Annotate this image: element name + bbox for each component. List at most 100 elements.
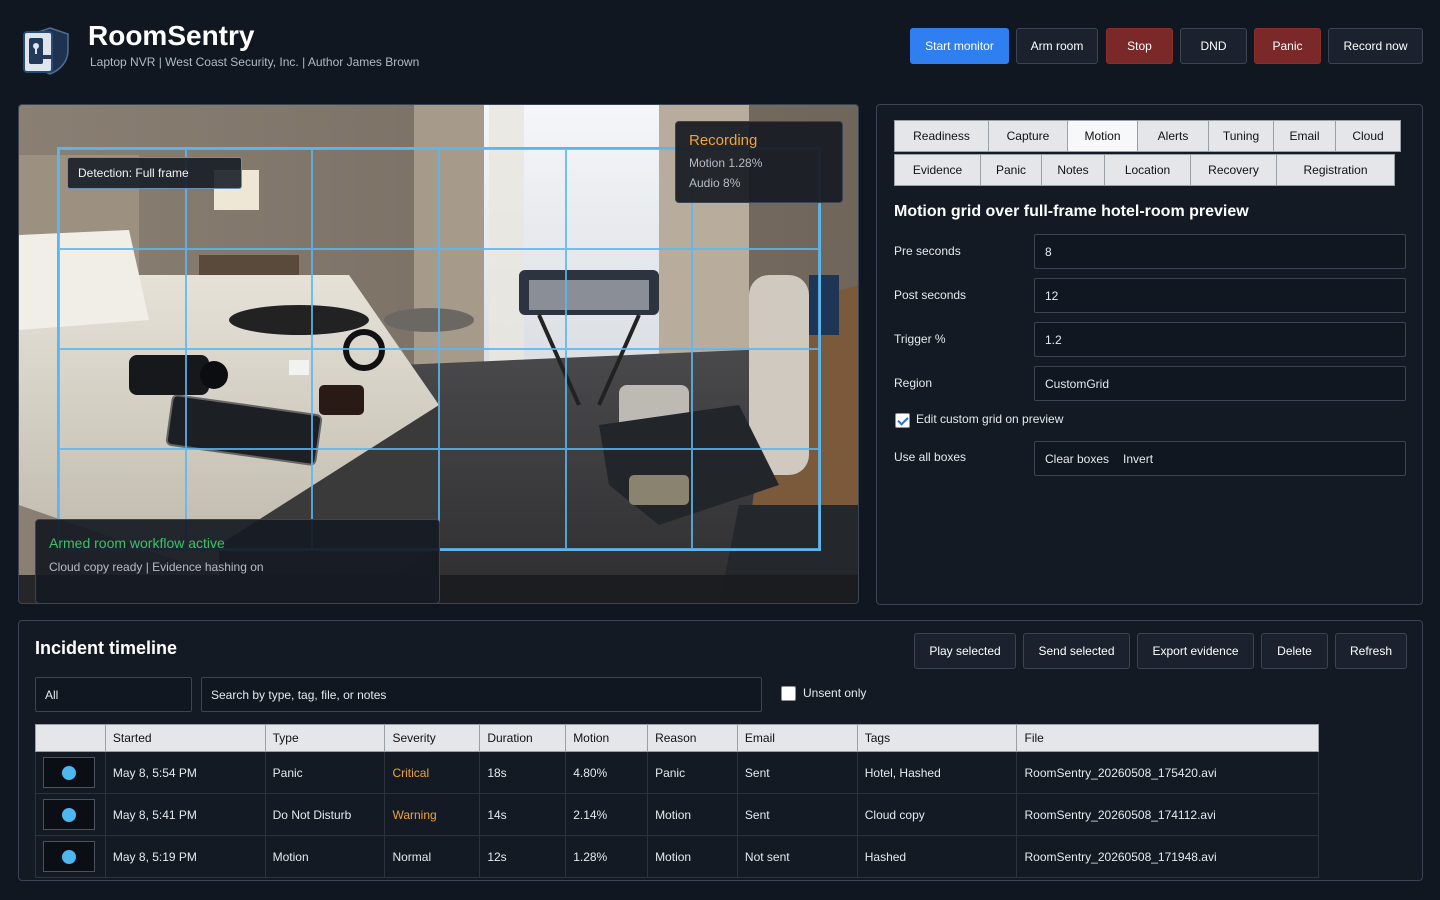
motion-grid-cell[interactable] <box>565 249 693 349</box>
tab-email[interactable]: Email <box>1273 120 1336 152</box>
cell-type: Motion <box>266 836 386 877</box>
tab-alerts[interactable]: Alerts <box>1137 120 1209 152</box>
cell-reason: Panic <box>648 752 738 793</box>
app-subtitle: Laptop NVR | West Coast Security, Inc. |… <box>90 55 420 69</box>
motion-grid-cell[interactable] <box>185 349 313 449</box>
arm-room-button[interactable]: Arm room <box>1016 28 1098 64</box>
send-selected-button[interactable]: Send selected <box>1023 633 1130 669</box>
tab-tuning[interactable]: Tuning <box>1208 120 1274 152</box>
tab-registration[interactable]: Registration <box>1276 154 1395 186</box>
cell-tags: Cloud copy <box>858 794 1018 835</box>
table-row[interactable]: May 8, 5:19 PM Motion Normal 12s 1.28% M… <box>35 836 1319 878</box>
video-thumbnail[interactable] <box>43 841 95 872</box>
column-header-type[interactable]: Type <box>266 725 386 751</box>
tab-capture[interactable]: Capture <box>988 120 1068 152</box>
column-header-tags[interactable]: Tags <box>858 725 1018 751</box>
cell-duration: 14s <box>480 794 567 835</box>
status-dot-icon <box>62 765 76 780</box>
export-evidence-button[interactable]: Export evidence <box>1137 633 1254 669</box>
app-title: RoomSentry <box>88 20 255 51</box>
column-header-started[interactable]: Started <box>106 725 266 751</box>
cell-severity: Critical <box>385 752 481 793</box>
delete-button[interactable]: Delete <box>1261 633 1328 669</box>
edit-grid-checkbox[interactable] <box>895 413 910 428</box>
incident-table: Started Type Severity Duration Motion Re… <box>35 724 1319 878</box>
clear-boxes-button[interactable]: Clear boxes <box>1045 452 1109 466</box>
search-input[interactable]: Search by type, tag, file, or notes <box>201 677 762 712</box>
armed-status-title: Armed room workflow active <box>49 535 225 551</box>
motion-level: Motion 1.28% <box>689 156 763 170</box>
motion-grid-cell[interactable] <box>312 249 439 349</box>
cell-file: RoomSentry_20260508_175420.avi <box>1024 765 1217 780</box>
cell-tags: Hotel, Hashed <box>858 752 1018 793</box>
motion-grid-cell[interactable] <box>312 149 439 249</box>
motion-grid-cell[interactable] <box>692 349 819 449</box>
tab-motion[interactable]: Motion <box>1067 120 1138 152</box>
cell-started: May 8, 5:41 PM <box>106 794 266 835</box>
cell-severity: Warning <box>385 794 481 835</box>
motion-grid-cell[interactable] <box>312 349 439 449</box>
column-header-file[interactable]: File <box>1017 725 1318 751</box>
motion-grid-cell[interactable] <box>438 249 566 349</box>
motion-grid-cell[interactable] <box>59 349 186 449</box>
motion-grid-cell[interactable] <box>438 449 566 549</box>
incident-timeline: Incident timeline Play selected Send sel… <box>18 620 1423 881</box>
motion-grid-cell[interactable] <box>692 249 819 349</box>
tab-evidence[interactable]: Evidence <box>894 154 981 186</box>
unsent-only-label: Unsent only <box>803 686 867 700</box>
cell-reason: Motion <box>648 836 738 877</box>
motion-grid-cell[interactable] <box>438 149 566 249</box>
cell-duration: 18s <box>480 752 567 793</box>
column-header-severity[interactable]: Severity <box>385 725 481 751</box>
video-thumbnail[interactable] <box>43 799 95 830</box>
tab-recovery[interactable]: Recovery <box>1190 154 1277 186</box>
motion-grid-cell[interactable] <box>565 449 693 549</box>
trigger-input[interactable] <box>1034 322 1406 357</box>
post-seconds-input[interactable] <box>1034 278 1406 313</box>
tab-location[interactable]: Location <box>1104 154 1191 186</box>
play-selected-button[interactable]: Play selected <box>914 633 1016 669</box>
video-thumbnail[interactable] <box>43 757 95 788</box>
column-header-thumbnail <box>36 725 106 751</box>
unsent-only-checkbox[interactable] <box>781 686 796 701</box>
motion-grid-cell[interactable] <box>692 449 819 549</box>
panic-button[interactable]: Panic <box>1254 28 1321 64</box>
pre-seconds-input[interactable] <box>1034 234 1406 269</box>
motion-grid[interactable] <box>57 147 821 551</box>
motion-grid-cell[interactable] <box>565 149 693 249</box>
tab-readiness[interactable]: Readiness <box>894 120 989 152</box>
audio-level: Audio 8% <box>689 176 741 190</box>
cell-email: Not sent <box>738 836 858 877</box>
cell-duration: 12s <box>480 836 567 877</box>
box-actions: Clear boxes Invert <box>1034 441 1406 476</box>
motion-grid-cell[interactable] <box>438 349 566 449</box>
region-select[interactable] <box>1034 366 1406 401</box>
status-dot-icon <box>62 849 76 864</box>
cell-severity: Normal <box>385 836 481 877</box>
tab-notes[interactable]: Notes <box>1041 154 1105 186</box>
table-row[interactable]: May 8, 5:41 PM Do Not Disturb Warning 14… <box>35 794 1319 836</box>
motion-grid-cell[interactable] <box>565 349 693 449</box>
column-header-reason[interactable]: Reason <box>648 725 738 751</box>
settings-panel: Readiness Capture Motion Alerts Tuning E… <box>876 104 1423 605</box>
invert-button[interactable]: Invert <box>1123 452 1153 466</box>
type-filter-select[interactable]: All <box>35 677 192 712</box>
tab-cloud[interactable]: Cloud <box>1335 120 1401 152</box>
motion-grid-cell[interactable] <box>59 249 186 349</box>
record-now-button[interactable]: Record now <box>1328 28 1423 64</box>
column-header-email[interactable]: Email <box>738 725 858 751</box>
start-monitor-button[interactable]: Start monitor <box>910 28 1009 64</box>
trigger-label: Trigger % <box>894 332 946 346</box>
column-header-duration[interactable]: Duration <box>480 725 567 751</box>
motion-grid-cell[interactable] <box>185 249 313 349</box>
camera-preview[interactable]: Detection: Full frame Recording Motion 1… <box>18 104 859 604</box>
column-header-motion[interactable]: Motion <box>566 725 649 751</box>
detection-label: Detection: Full frame <box>67 157 242 189</box>
recording-status: Recording <box>689 132 758 149</box>
refresh-button[interactable]: Refresh <box>1335 633 1407 669</box>
dnd-button[interactable]: DND <box>1180 28 1247 64</box>
tab-panic[interactable]: Panic <box>980 154 1042 186</box>
use-all-boxes-button[interactable]: Use all boxes <box>894 450 966 464</box>
table-row[interactable]: May 8, 5:54 PM Panic Critical 18s 4.80% … <box>35 752 1319 794</box>
stop-button[interactable]: Stop <box>1106 28 1173 64</box>
